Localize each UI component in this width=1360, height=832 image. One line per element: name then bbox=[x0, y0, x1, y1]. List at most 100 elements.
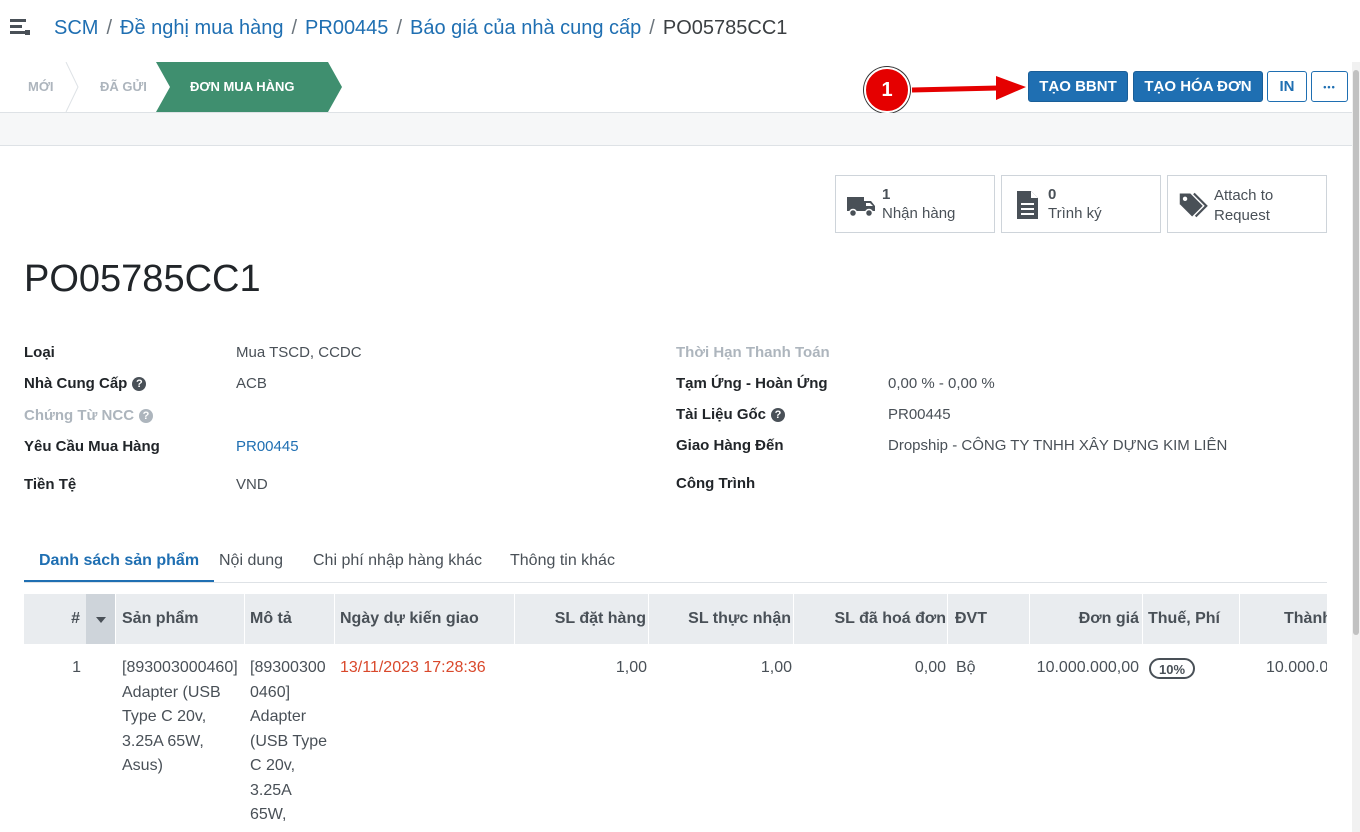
attach-line2: Request bbox=[1214, 207, 1270, 224]
description-line: C 20v, bbox=[250, 757, 296, 774]
receipt-label: Nhận hàng bbox=[882, 205, 956, 222]
column-unit-price[interactable]: Đơn giá bbox=[1030, 594, 1143, 644]
source-document-label-text: Tài Liệu Gốc bbox=[676, 406, 767, 423]
product-line: 3.25A 65W, bbox=[122, 732, 204, 750]
attach-request-label: Attach to Request bbox=[1214, 186, 1273, 226]
deliver-to-label: Giao Hàng Đến bbox=[676, 437, 784, 454]
project-label: Công Trình bbox=[676, 475, 756, 492]
create-bbnt-button[interactable]: TẠO BBNT bbox=[1028, 71, 1128, 102]
description-line: 3.25A bbox=[250, 781, 292, 799]
column-product[interactable]: Sản phẩm bbox=[116, 594, 245, 644]
attach-line1: Attach to bbox=[1214, 187, 1274, 204]
tax-badge[interactable]: 10% bbox=[1149, 658, 1196, 679]
type-value[interactable]: Mua TSCD, CCDC bbox=[236, 344, 362, 361]
stage-purchase-order[interactable]: ĐƠN MUA HÀNG bbox=[190, 62, 295, 112]
approval-label: Trình ký bbox=[1048, 205, 1102, 222]
create-invoice-button[interactable]: TẠO HÓA ĐƠN bbox=[1133, 71, 1263, 102]
row-index: 1 bbox=[72, 659, 81, 676]
description-line: 0460] bbox=[250, 683, 291, 701]
scrollbar-thumb[interactable] bbox=[1353, 70, 1359, 635]
column-index[interactable]: # bbox=[24, 594, 86, 644]
breadcrumb-separator: / bbox=[649, 17, 655, 39]
annotation-arrow bbox=[911, 76, 1026, 100]
breadcrumb-purchase-request[interactable]: Đề nghị mua hàng bbox=[120, 17, 283, 39]
advance-refund-value: 0,00 % - 0,00 % bbox=[888, 375, 995, 392]
tab-content[interactable]: Nội dung bbox=[219, 542, 283, 582]
stage-new[interactable]: MỚI bbox=[28, 62, 54, 112]
column-taxes[interactable]: Thuế, Phí bbox=[1143, 594, 1240, 644]
print-button[interactable]: IN bbox=[1267, 71, 1307, 102]
product-line: Type C 20v, bbox=[122, 708, 207, 725]
product-line: [893003000460] bbox=[122, 659, 238, 676]
tags-icon bbox=[1179, 192, 1208, 218]
help-icon[interactable]: ? bbox=[139, 409, 154, 423]
breadcrumb-current: PO05785CC1 bbox=[662, 17, 788, 39]
sort-toggle[interactable] bbox=[86, 594, 116, 644]
breadcrumb-scm[interactable]: SCM bbox=[54, 17, 98, 39]
vendor-value[interactable]: ACB bbox=[236, 375, 267, 392]
top-bar: SCM / Đề nghị mua hàng / PR00445 / Báo giá của… bbox=[0, 0, 1360, 63]
help-icon[interactable]: ? bbox=[771, 408, 786, 422]
attach-request-smart-button[interactable]: Attach to Request bbox=[1167, 175, 1327, 233]
row-scheduled-date[interactable]: 13/11/2023 17:28:36 bbox=[340, 656, 486, 681]
tab-other-info[interactable]: Thông tin khác bbox=[510, 542, 615, 582]
row-product[interactable]: [893003000460] Adapter (USB Type C 20v, … bbox=[122, 656, 247, 779]
advance-refund-label: Tạm Ứng - Hoàn Ứng bbox=[676, 375, 828, 392]
vendor-doc-label: Chứng Từ NCC? bbox=[24, 407, 154, 424]
control-panel-strip bbox=[0, 113, 1360, 146]
column-qty-received[interactable]: SL thực nhận bbox=[649, 594, 794, 644]
vendor-label-text: Nhà Cung Cấp bbox=[24, 375, 128, 392]
breadcrumb-vendor-quotation[interactable]: Báo giá của nhà cung cấp bbox=[410, 17, 641, 39]
truck-icon bbox=[847, 197, 875, 218]
annotation-marker: 1 bbox=[864, 67, 910, 113]
column-qty-invoiced[interactable]: SL đã hoá đơn bbox=[794, 594, 948, 644]
column-scheduled-date[interactable]: Ngày dự kiến giao bbox=[335, 594, 515, 644]
description-line: 65W, bbox=[250, 806, 287, 823]
breadcrumb-pr[interactable]: PR00445 bbox=[305, 17, 388, 39]
row-qty-ordered[interactable]: 1,00 bbox=[515, 656, 647, 681]
more-actions-button[interactable]: ••• bbox=[1311, 71, 1348, 102]
purchase-request-link[interactable]: PR00445 bbox=[236, 438, 299, 455]
receipt-count: 1 bbox=[882, 186, 891, 203]
approval-smart-button[interactable]: 0 Trình ký bbox=[1001, 175, 1161, 233]
menu-icon[interactable] bbox=[9, 16, 31, 38]
table-header: # Sản phẩm Mô tả Ngày dự kiến giao SL đặ… bbox=[24, 594, 1327, 644]
description-line: Adapter bbox=[250, 708, 307, 725]
help-icon[interactable]: ? bbox=[132, 377, 147, 391]
type-label: Loại bbox=[24, 344, 55, 361]
description-line: (USB Type bbox=[250, 732, 328, 750]
breadcrumb-separator: / bbox=[396, 17, 402, 39]
tab-other-landed-costs[interactable]: Chi phí nhập hàng khác bbox=[313, 542, 482, 582]
breadcrumb-separator: / bbox=[291, 17, 298, 39]
receipt-smart-button[interactable]: 1 Nhận hàng bbox=[835, 175, 995, 233]
column-subtotal[interactable]: Thành tiền bbox=[1240, 594, 1327, 644]
purchase-request-label: Yêu Cầu Mua Hàng bbox=[24, 438, 160, 455]
source-document-label: Tài Liệu Gốc? bbox=[676, 406, 786, 423]
stage-sent[interactable]: ĐÃ GỬI bbox=[100, 62, 147, 112]
row-subtotal-cell: 10.000.000,00 bbox=[1240, 650, 1327, 690]
deliver-to-value[interactable]: Dropship - CÔNG TY TNHH XÂY DỰNG KIM LIÊ… bbox=[888, 437, 1227, 454]
column-qty-ordered[interactable]: SL đặt hàng bbox=[515, 594, 649, 644]
column-description[interactable]: Mô tả bbox=[245, 594, 335, 644]
row-qty-invoiced: 0,00 bbox=[914, 659, 946, 676]
currency-value[interactable]: VND bbox=[236, 476, 268, 493]
document-icon bbox=[1017, 191, 1038, 219]
row-uom[interactable]: Bộ bbox=[956, 656, 976, 681]
breadcrumb-separator: / bbox=[106, 17, 113, 39]
row-qty-received[interactable]: 1,00 bbox=[649, 656, 792, 681]
breadcrumb: SCM / Đề nghị mua hàng / PR00445 / Báo giá của… bbox=[54, 15, 787, 41]
row-subtotal: 10.000.000,00 bbox=[1266, 659, 1327, 676]
approval-count: 0 bbox=[1048, 186, 1057, 203]
tab-product-list[interactable]: Danh sách sản phẩm bbox=[24, 542, 215, 582]
product-line: Adapter (USB bbox=[122, 683, 221, 701]
row-description[interactable]: [89300300 0460] Adapter (USB Type C 20v,… bbox=[250, 656, 335, 828]
vendor-doc-label-text: Chứng Từ NCC bbox=[24, 407, 135, 424]
product-line: Asus) bbox=[122, 757, 163, 774]
payment-terms-label: Thời Hạn Thanh Toán bbox=[676, 344, 830, 361]
column-uom[interactable]: ĐVT bbox=[948, 594, 1030, 644]
row-unit-price[interactable]: 10.000.000,00 bbox=[1020, 656, 1139, 681]
currency-label: Tiền Tệ bbox=[24, 476, 77, 493]
record-title: PO05785CC1 bbox=[24, 258, 261, 300]
source-document-value: PR00445 bbox=[888, 406, 951, 423]
notebook-tabs: Danh sách sản phẩm Nội dung Chi phí nhập… bbox=[24, 542, 1327, 583]
